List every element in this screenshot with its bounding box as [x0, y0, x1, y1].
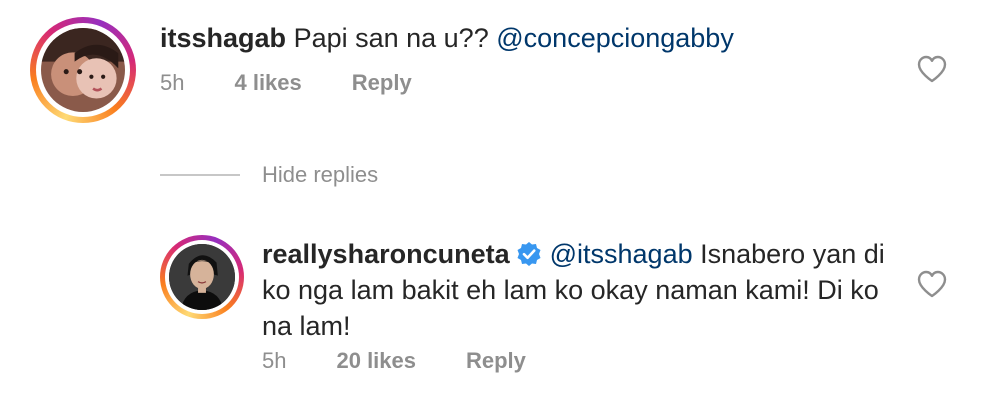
- comment-text: itsshagab Papi san na u?? @concepciongab…: [160, 20, 734, 56]
- comment-meta: 5h 20 likes Reply: [262, 348, 526, 374]
- reply-button[interactable]: Reply: [466, 348, 526, 374]
- hide-replies-label[interactable]: Hide replies: [262, 162, 378, 188]
- comment-username[interactable]: reallysharoncuneta: [262, 239, 510, 269]
- avatar-gap: [165, 240, 239, 314]
- avatar-image: [41, 28, 125, 112]
- like-heart-icon[interactable]: [917, 270, 947, 298]
- avatar-photo-icon: [169, 244, 235, 310]
- mention-link[interactable]: @concepciongabby: [496, 23, 734, 53]
- avatar[interactable]: [30, 17, 136, 123]
- comment-username[interactable]: itsshagab: [160, 23, 286, 53]
- comment-body: Papi san na u??: [293, 23, 489, 53]
- comment-time: 5h: [262, 348, 287, 373]
- reply-text-line1: reallysharoncuneta @itsshagab Isnabero y…: [262, 236, 902, 272]
- like-heart-icon[interactable]: [917, 55, 947, 83]
- avatar-image: [169, 244, 235, 310]
- reply-body-1: Isnabero yan di: [700, 239, 885, 269]
- comment-likes[interactable]: 20 likes: [336, 348, 416, 374]
- comment-meta: 5h 4 likes Reply: [160, 70, 412, 96]
- avatar[interactable]: [160, 235, 244, 319]
- avatar-gap: [36, 23, 130, 117]
- reply-text-line2: ko nga lam bakit eh lam ko okay naman ka…: [262, 275, 879, 305]
- reply-button[interactable]: Reply: [352, 70, 412, 96]
- reply-text-line3: na lam!: [262, 311, 351, 341]
- comment-time: 5h: [160, 70, 185, 95]
- divider-line: [160, 174, 240, 176]
- comment-likes[interactable]: 4 likes: [234, 70, 301, 96]
- verified-badge-icon: [517, 242, 541, 266]
- avatar-photo-icon: [41, 28, 125, 112]
- hide-replies-toggle[interactable]: Hide replies: [160, 162, 378, 188]
- comment-itsshagab: itsshagab Papi san na u?? @concepciongab…: [0, 0, 1000, 140]
- reply-text: reallysharoncuneta @itsshagab Isnabero y…: [262, 236, 902, 344]
- comment-reallysharoncuneta: reallysharoncuneta @itsshagab Isnabero y…: [0, 220, 1000, 412]
- mention-link[interactable]: @itsshagab: [550, 239, 693, 269]
